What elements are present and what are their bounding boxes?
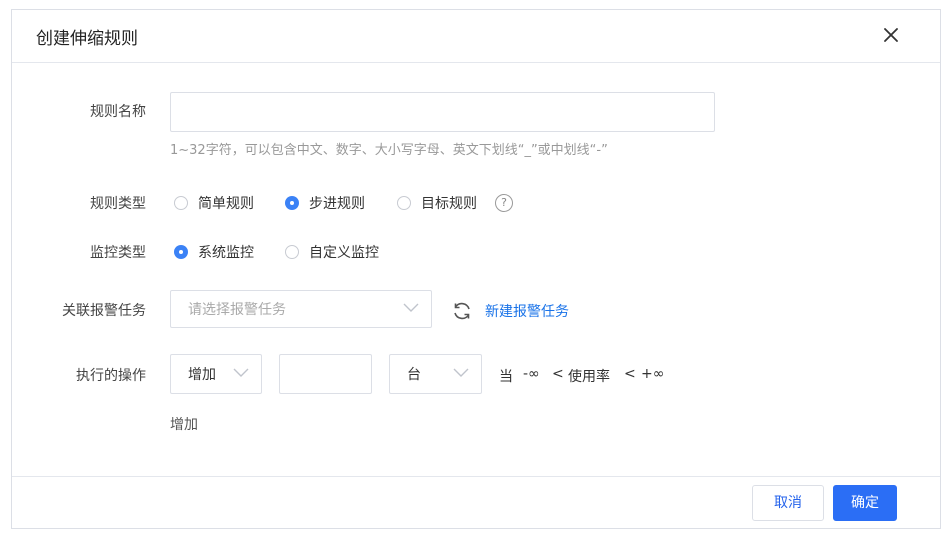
radio-circle xyxy=(285,245,299,259)
amount-input[interactable] xyxy=(279,354,372,394)
rule-type-label: 规则类型 xyxy=(90,196,146,212)
radio-label: 自定义监控 xyxy=(309,245,379,261)
dialog-title: 创建伸缩规则 xyxy=(36,29,138,49)
add-action-link[interactable]: 增加 xyxy=(170,414,198,434)
rule-name-input[interactable] xyxy=(170,92,715,132)
chevron-down-icon xyxy=(403,301,419,317)
alarm-task-placeholder: 请选择报警任务 xyxy=(188,302,286,318)
chevron-down-icon xyxy=(453,366,469,382)
condition-when: 当 xyxy=(499,369,513,385)
operation-value: 增加 xyxy=(188,367,216,383)
operation-select[interactable]: 增加 xyxy=(170,354,262,394)
alarm-task-label: 关联报警任务 xyxy=(62,303,146,319)
condition-min: -∞ xyxy=(523,366,540,382)
radio-simple-rule[interactable]: 简单规则 xyxy=(174,193,254,213)
radio-circle xyxy=(397,196,411,210)
monitor-type-label: 监控类型 xyxy=(90,245,146,261)
condition-lt-2: < xyxy=(624,366,636,382)
condition-lt-1: < xyxy=(552,366,564,382)
radio-label: 简单规则 xyxy=(198,196,254,212)
alarm-task-select[interactable]: 请选择报警任务 xyxy=(170,290,432,328)
radio-target-rule[interactable]: 目标规则 xyxy=(397,193,477,213)
confirm-button[interactable]: 确定 xyxy=(833,485,897,521)
radio-system-monitor[interactable]: 系统监控 xyxy=(174,242,254,262)
radio-circle xyxy=(174,196,188,210)
radio-custom-monitor[interactable]: 自定义监控 xyxy=(285,242,379,262)
rule-name-label: 规则名称 xyxy=(90,104,146,120)
create-alarm-task-link[interactable]: 新建报警任务 xyxy=(485,301,569,321)
radio-label: 步进规则 xyxy=(309,196,365,212)
close-icon[interactable] xyxy=(880,24,902,46)
radio-label: 目标规则 xyxy=(421,196,477,212)
radio-step-rule[interactable]: 步进规则 xyxy=(285,193,365,213)
condition-metric: 使用率 xyxy=(568,369,610,385)
unit-value: 台 xyxy=(407,367,421,383)
dialog-footer: 取消 确定 xyxy=(12,476,940,530)
dialog-header: 创建伸缩规则 xyxy=(12,10,940,63)
create-scaling-rule-dialog: 创建伸缩规则 规则名称 1~32字符，可以包含中文、数字、大小写字母、英文下划线… xyxy=(11,9,941,529)
unit-select[interactable]: 台 xyxy=(389,354,482,394)
radio-circle-selected xyxy=(174,245,188,259)
condition-max: +∞ xyxy=(641,366,665,382)
radio-label: 系统监控 xyxy=(198,245,254,261)
action-label: 执行的操作 xyxy=(76,368,146,384)
question-circle-icon[interactable]: ? xyxy=(495,194,513,212)
rule-name-hint: 1~32字符，可以包含中文、数字、大小写字母、英文下划线“_”或中划线“-” xyxy=(170,143,608,158)
radio-circle-selected xyxy=(285,196,299,210)
cancel-button[interactable]: 取消 xyxy=(752,485,824,521)
refresh-icon[interactable] xyxy=(451,300,473,322)
chevron-down-icon xyxy=(233,366,249,382)
